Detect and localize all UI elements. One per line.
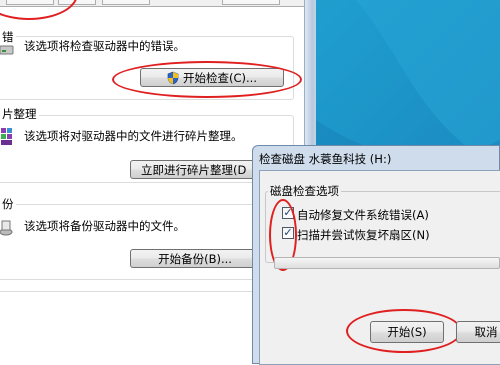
tab-4[interactable] <box>222 0 280 5</box>
defrag-now-button[interactable]: 立即进行碎片整理(D <box>130 160 260 179</box>
defrag-group-label: 片整理 <box>0 106 39 122</box>
panel-divider <box>0 291 292 292</box>
tab-3[interactable] <box>102 0 150 5</box>
start-backup-button[interactable]: 开始备份(B)... <box>130 249 260 268</box>
scan-recover-label: 扫描并尝试恢复坏扇区(N) <box>297 228 430 242</box>
drive-icon <box>0 45 14 55</box>
annotation-ring-tab <box>0 0 78 20</box>
cancel-button[interactable]: 取消 <box>456 321 500 343</box>
defrag-icon <box>1 128 12 145</box>
defrag-description: 该选项将对驱动器中的文件进行碎片整理。 <box>24 129 243 143</box>
backup-icon <box>0 220 13 236</box>
start-backup-label: 开始备份(B)... <box>158 252 232 266</box>
check-progress-bar <box>274 257 500 269</box>
error-check-description: 该选项将检查驱动器中的错误。 <box>24 39 185 53</box>
backup-group-label: 份 <box>0 196 16 212</box>
dialog-client-area: 磁盘检查选项 ✓ 自动修复文件系统错误(A) ✓ 扫描并尝试恢复坏扇区(N) 开… <box>259 170 500 365</box>
backup-group <box>0 204 294 280</box>
dialog-title: 检查磁盘 水蓑鱼科技 (H:) <box>259 152 392 166</box>
check-disk-dialog: 检查磁盘 水蓑鱼科技 (H:) 磁盘检查选项 ✓ 自动修复文件系统错误(A) ✓… <box>252 145 500 365</box>
defrag-now-label: 立即进行碎片整理(D <box>141 163 247 177</box>
disk-options-label: 磁盘检查选项 <box>268 183 341 199</box>
annotation-ring-check-button <box>112 61 302 98</box>
cancel-button-label: 取消 <box>474 325 498 339</box>
backup-description: 该选项将备份驱动器中的文件。 <box>24 219 185 233</box>
annotation-ring-start-button <box>346 309 462 353</box>
auto-fix-label: 自动修复文件系统错误(A) <box>297 208 429 222</box>
